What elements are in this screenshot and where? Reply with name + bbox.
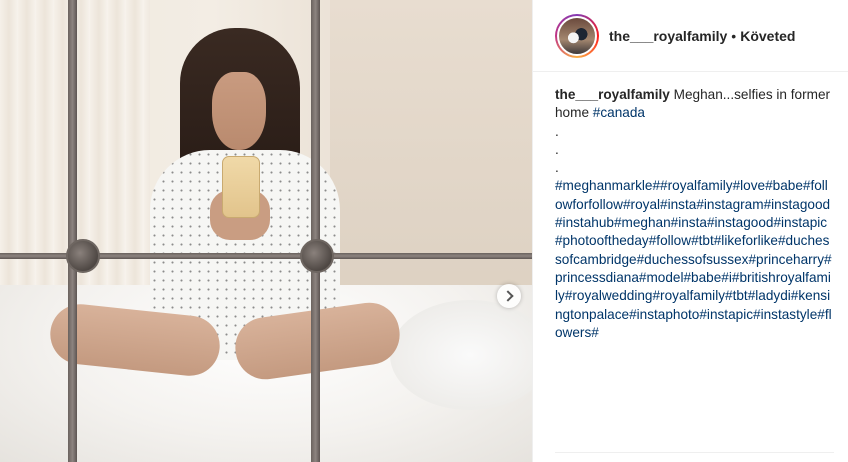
hashtag-link[interactable]: #follow <box>649 233 691 248</box>
hashtag-link[interactable]: #ladydi <box>748 288 791 303</box>
hashtag-link[interactable]: #duchessofsussex <box>637 252 749 267</box>
avatar[interactable] <box>555 13 599 58</box>
hashtag-link[interactable]: #instapic <box>773 215 827 230</box>
hashtag-link[interactable]: #meghan <box>614 215 671 230</box>
caption-dot: . <box>555 141 559 157</box>
hashtag-link[interactable]: #likeforlike <box>714 233 778 248</box>
hashtag-link[interactable]: #royalfamily <box>653 288 726 303</box>
separator: • <box>731 27 737 44</box>
avatar-image <box>557 15 597 56</box>
post-header-text: the___royalfamily • Követed <box>609 28 795 44</box>
hashtag-link[interactable]: #instastyle <box>753 307 817 322</box>
mirror-frame-joint <box>66 239 100 273</box>
hashtag-link[interactable]: #canada <box>593 105 645 120</box>
hashtag-link[interactable]: #instagram <box>696 197 763 212</box>
hashtag-link[interactable]: #instahub <box>555 215 614 230</box>
mirror-frame-bar <box>68 0 77 462</box>
hashtag-link[interactable]: #royalwedding <box>565 288 653 303</box>
hashtag-link[interactable]: #model <box>639 270 684 285</box>
username-link[interactable]: the___royalfamily <box>609 28 727 44</box>
hashtag-link[interactable]: # <box>652 178 660 193</box>
post-sidebar: the___royalfamily • Követed the___royalf… <box>532 0 848 462</box>
mirror-frame-joint <box>300 239 334 273</box>
hashtag-link[interactable]: #instagood <box>707 215 774 230</box>
hashtag-link[interactable]: #instapic <box>699 307 753 322</box>
hashtag-link[interactable]: #love <box>733 178 766 193</box>
hashtag-link[interactable]: #insta <box>671 215 707 230</box>
hashtag-link[interactable]: #i <box>721 270 732 285</box>
hashtag-link[interactable]: #princeharry <box>748 252 824 267</box>
hashtag-link[interactable]: #babe <box>683 270 721 285</box>
hashtag-link[interactable]: #insta <box>660 197 696 212</box>
hashtag-link[interactable]: #royal <box>623 197 660 212</box>
photo-phone <box>222 156 260 218</box>
hashtag-link[interactable]: #meghanmarkle <box>555 178 652 193</box>
hashtag-link[interactable]: #royalfamily <box>660 178 733 193</box>
following-button[interactable]: Követed <box>740 28 795 44</box>
mirror-frame-bar <box>311 0 320 462</box>
hashtag-link[interactable]: #instagood <box>764 197 831 212</box>
post-header: the___royalfamily • Követed <box>533 0 848 72</box>
chevron-right-icon[interactable] <box>497 284 521 308</box>
photo-face <box>212 72 266 150</box>
hashtag-link[interactable]: # <box>591 325 599 340</box>
caption-dot: . <box>555 160 559 176</box>
post-photo[interactable] <box>0 0 532 462</box>
caption-username[interactable]: the___royalfamily <box>555 87 670 102</box>
caption-dot: . <box>555 123 559 139</box>
hashtag-link[interactable]: #photooftheday <box>555 233 649 248</box>
caption-first-line: the___royalfamily Meghan...selfies in fo… <box>555 86 833 123</box>
hashtag-block: #meghanmarkle##royalfamily#love#babe#fol… <box>555 177 833 342</box>
hashtag-link[interactable]: #instaphoto <box>629 307 699 322</box>
hashtag-link[interactable]: #tbt <box>691 233 714 248</box>
post-caption: the___royalfamily Meghan...selfies in fo… <box>533 72 833 342</box>
hashtag-link[interactable]: #tbt <box>725 288 748 303</box>
divider <box>555 452 834 453</box>
hashtag-link[interactable]: #babe <box>765 178 803 193</box>
